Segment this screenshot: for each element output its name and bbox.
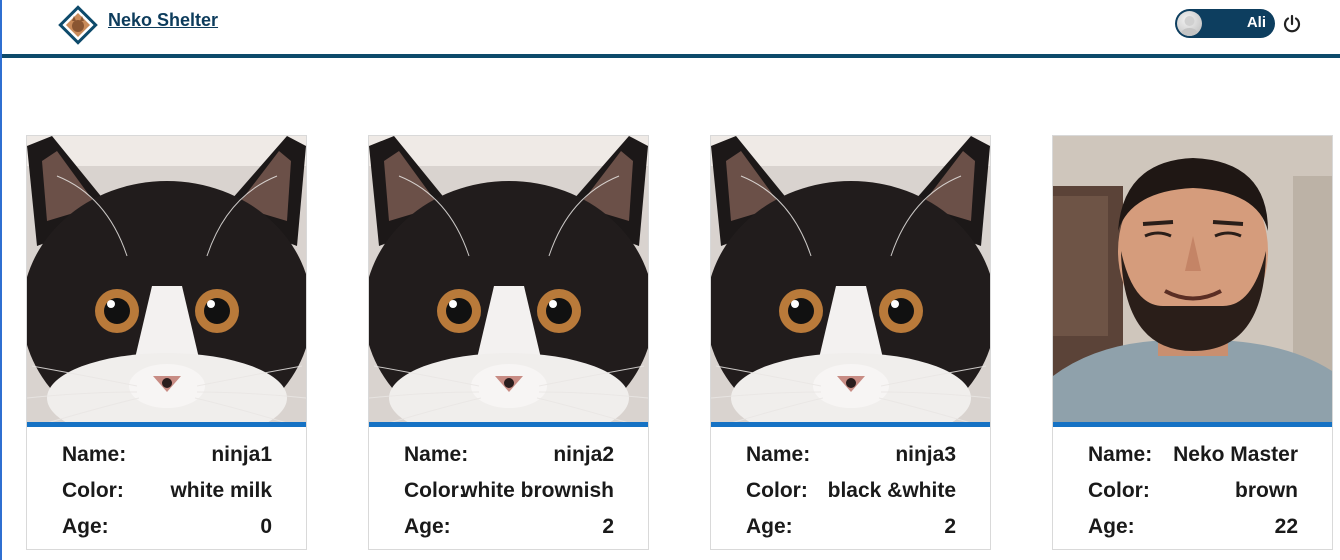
color-value: black &white bbox=[827, 479, 956, 502]
age-row: Age: 2 bbox=[404, 515, 614, 545]
color-value: white brownish bbox=[461, 479, 614, 502]
color-row: Color: black &white bbox=[746, 479, 956, 509]
name-value: ninja2 bbox=[553, 443, 614, 466]
age-row: Age: 2 bbox=[746, 515, 956, 545]
age-value: 2 bbox=[602, 515, 614, 538]
name-label: Name: bbox=[62, 443, 127, 466]
age-label: Age: bbox=[62, 515, 109, 538]
age-label: Age: bbox=[746, 515, 793, 538]
card-accent-bar bbox=[1053, 422, 1332, 427]
header-divider bbox=[2, 54, 1340, 58]
name-label: Name: bbox=[746, 443, 811, 466]
power-icon[interactable] bbox=[1282, 14, 1302, 34]
age-value: 2 bbox=[944, 515, 956, 538]
age-label: Age: bbox=[404, 515, 451, 538]
age-row: Age: 22 bbox=[1088, 515, 1298, 545]
color-row: Color: brown bbox=[1088, 479, 1298, 509]
color-row: Color: white brownish bbox=[404, 479, 614, 509]
color-value: white milk bbox=[170, 479, 272, 502]
color-row: Color: white milk bbox=[62, 479, 272, 509]
user-name: Ali bbox=[1246, 14, 1266, 31]
pet-card[interactable]: Name: ninja1 Color: white milk Age: 0 bbox=[26, 135, 307, 550]
color-label: Color: bbox=[404, 479, 466, 502]
bearded-man-photo bbox=[1053, 136, 1332, 422]
age-row: Age: 0 bbox=[62, 515, 272, 545]
pet-card[interactable]: Name: ninja3 Color: black &white Age: 2 bbox=[710, 135, 991, 550]
color-label: Color: bbox=[746, 479, 808, 502]
age-value: 22 bbox=[1274, 515, 1298, 538]
color-label: Color: bbox=[1088, 479, 1150, 502]
brand-link[interactable]: Neko Shelter bbox=[108, 10, 218, 31]
card-accent-bar bbox=[711, 422, 990, 427]
name-value: ninja3 bbox=[895, 443, 956, 466]
card-accent-bar bbox=[27, 422, 306, 427]
name-row: Name: ninja1 bbox=[62, 443, 272, 473]
cat-diamond-logo-icon[interactable] bbox=[57, 4, 99, 46]
user-toggle[interactable]: Ali bbox=[1175, 9, 1275, 38]
top-header: Neko Shelter Ali bbox=[2, 0, 1340, 58]
card-accent-bar bbox=[369, 422, 648, 427]
color-label: Color: bbox=[62, 479, 124, 502]
name-label: Name: bbox=[404, 443, 469, 466]
name-value: Neko Master bbox=[1173, 443, 1298, 466]
pet-card[interactable]: Name: ninja2 Color: white brownish Age: … bbox=[368, 135, 649, 550]
age-label: Age: bbox=[1088, 515, 1135, 538]
name-row: Name: ninja2 bbox=[404, 443, 614, 473]
black-white-kitten-photo bbox=[711, 136, 990, 422]
name-value: ninja1 bbox=[211, 443, 272, 466]
name-label: Name: bbox=[1088, 443, 1153, 466]
black-white-kitten-photo bbox=[27, 136, 306, 422]
color-value: brown bbox=[1235, 479, 1298, 502]
black-white-kitten-photo bbox=[369, 136, 648, 422]
name-row: Name: ninja3 bbox=[746, 443, 956, 473]
pet-card[interactable]: Name: Neko Master Color: brown Age: 22 bbox=[1052, 135, 1333, 550]
age-value: 0 bbox=[260, 515, 272, 538]
user-avatar bbox=[1177, 11, 1202, 36]
name-row: Name: Neko Master bbox=[1088, 443, 1298, 473]
